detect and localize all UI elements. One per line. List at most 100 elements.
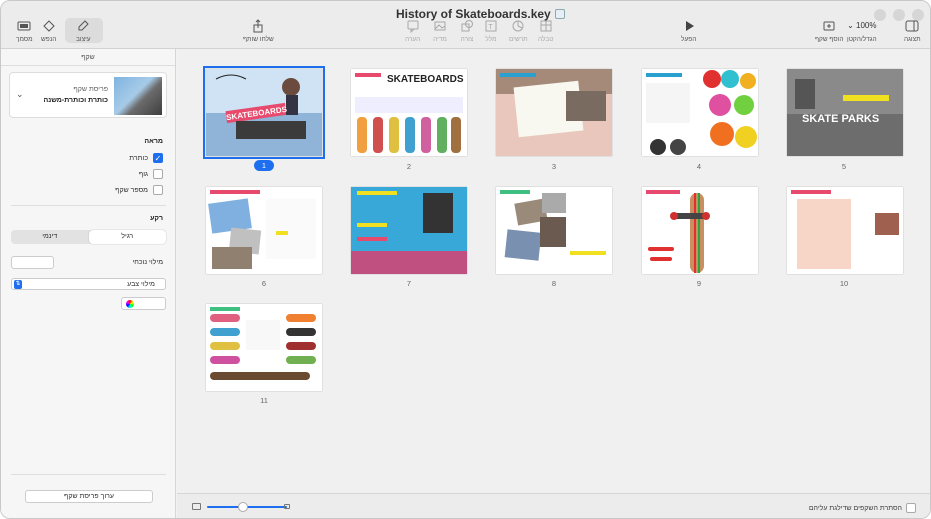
slide-grid: SKATEBOARDS 1 SKATEBOARDS 2 3 4 SKATE PA… — [177, 49, 930, 493]
slide-11-art — [210, 307, 316, 380]
background-segmented-control: דינמי רגיל — [11, 230, 166, 244]
body-checkbox-row[interactable]: גוף — [139, 169, 163, 179]
slide-thumbnail-5[interactable]: SKATE PARKS — [787, 69, 903, 156]
hide-skipped-checkbox[interactable] — [906, 503, 916, 513]
hide-skipped-slides-option[interactable]: הסתרת השקפים שדילגת עליהם — [809, 503, 916, 513]
animate-label: הנפש — [41, 36, 57, 43]
current-fill-swatch[interactable] — [11, 256, 54, 269]
fill-select-value: מילוי צבע — [127, 281, 155, 288]
slide-number-label: 7 — [406, 279, 412, 288]
chart-button[interactable]: תרשים — [509, 19, 528, 43]
media-button[interactable]: מדיה — [433, 19, 447, 43]
media-icon — [434, 21, 446, 31]
text-label: מלל — [485, 36, 497, 43]
slide-10-art — [791, 190, 899, 269]
seg-regular[interactable]: רגיל — [88, 230, 166, 244]
slide-thumbnail-4[interactable] — [642, 69, 758, 156]
hide-skipped-label: הסתרת השקפים שדילגת עליהם — [808, 504, 902, 512]
slide-number-badge[interactable]: 1 — [254, 160, 274, 171]
small-slides-icon[interactable] — [192, 503, 201, 510]
slide-layout-picker[interactable]: פריסת שקף כותרת וכותרת-משנה ⌄ — [9, 72, 167, 118]
chart-label: תרשים — [509, 36, 528, 43]
media-label: מדיה — [433, 36, 447, 43]
body-checkbox[interactable] — [153, 169, 163, 179]
text-button[interactable]: T מלל — [484, 19, 498, 43]
slide-6-art — [208, 190, 316, 269]
slide-thumbnail-9[interactable] — [642, 187, 758, 274]
share-label: שלחו שותף — [243, 36, 274, 43]
slide-2-art — [355, 73, 463, 153]
zoom-value: 100% — [856, 21, 877, 30]
slide-number-checkbox-row[interactable]: מספר שקף — [115, 185, 163, 195]
slide-number-label: 9 — [696, 279, 702, 288]
color-well[interactable] — [121, 297, 166, 310]
color-wheel-icon — [126, 300, 134, 308]
format-button[interactable]: עיצוב — [76, 19, 91, 43]
chevron-down-icon: ⌄ — [847, 21, 857, 30]
large-slides-icon[interactable] — [284, 504, 290, 509]
comment-label: הערה — [405, 36, 421, 43]
slide-thumbnail-1[interactable]: SKATEBOARDS — [203, 66, 325, 159]
slide-number-label: 4 — [696, 162, 702, 171]
slider-knob[interactable] — [238, 502, 248, 512]
slide-4-art — [646, 70, 757, 155]
slide-thumbnail-6[interactable] — [206, 187, 322, 274]
seg-dynamic[interactable]: דינמי — [11, 230, 89, 244]
paintbrush-icon — [78, 20, 90, 31]
slide-thumbnail-3[interactable] — [496, 69, 612, 156]
slide-thumbnail-8[interactable] — [496, 187, 612, 274]
animate-button[interactable]: הנפש — [41, 19, 56, 43]
slide-thumbnail-7[interactable] — [351, 187, 467, 274]
title-checkbox[interactable]: ✓ — [153, 153, 163, 163]
view-button[interactable]: תצוגה — [904, 19, 921, 43]
slide-9-art — [646, 190, 710, 273]
table-label: טבלה — [538, 36, 554, 43]
text-box-icon: T — [485, 20, 497, 32]
chevron-down-icon: ⌄ — [16, 89, 24, 99]
appearance-title: מראה — [144, 138, 163, 145]
fill-type-select[interactable]: ⇅ מילוי צבע — [11, 278, 166, 290]
document-button[interactable]: מסמך — [16, 19, 33, 43]
title-checkbox-label: כותרת — [129, 154, 148, 162]
share-icon — [253, 19, 263, 33]
slide-5-title: SKATE PARKS — [802, 113, 880, 125]
document-label: מסמך — [16, 36, 33, 43]
shape-button[interactable]: צורה — [460, 19, 474, 43]
view-label: תצוגה — [904, 36, 921, 43]
divider — [11, 205, 166, 206]
layout-thumbnail — [114, 77, 162, 115]
sidebar-header: שקף — [1, 49, 175, 66]
slide-thumbnail-10[interactable] — [787, 187, 903, 274]
slide-number-label: 5 — [841, 162, 847, 171]
table-button[interactable]: טבלה — [538, 19, 553, 43]
svg-text:T: T — [489, 24, 494, 31]
add-slide-button[interactable]: הוסף שקף — [815, 19, 844, 43]
comment-icon — [407, 20, 419, 33]
slide-number-label: 2 — [406, 162, 412, 171]
add-slide-icon — [823, 21, 835, 31]
slide-thumbnail-11[interactable] — [206, 304, 322, 391]
keynote-window: History of Skateboards.key תצוגה ⌄ 100% … — [0, 0, 931, 519]
layout-name: כותרת וכותרת-משנה — [43, 97, 108, 104]
share-button[interactable]: שלחו שותף — [243, 19, 274, 43]
document-icon — [17, 21, 31, 31]
zoom-label: הגדל/הקטן — [847, 36, 877, 43]
thumbnail-size-slider[interactable] — [207, 502, 287, 512]
layout-caption: פריסת שקף — [73, 86, 108, 93]
slide-number-checkbox[interactable] — [153, 185, 163, 195]
slide-number-label: 11 — [260, 396, 268, 405]
bottom-bar: הסתרת השקפים שדילגת עליהם — [177, 493, 930, 518]
chart-icon — [512, 20, 524, 32]
zoom-menu[interactable]: ⌄ 100% הגדל/הקטן — [847, 19, 877, 43]
slide-thumbnail-2[interactable]: SKATEBOARDS — [351, 69, 467, 156]
title-checkbox-row[interactable]: כותרת ✓ — [129, 153, 163, 163]
document-badge-icon — [554, 9, 565, 19]
animate-icon — [42, 20, 55, 32]
slide-8-art — [500, 190, 606, 261]
table-icon — [540, 20, 552, 32]
shape-icon — [461, 20, 473, 32]
comment-button[interactable]: הערה — [405, 19, 420, 43]
edit-layout-button[interactable]: ערוך פריסת שקף — [25, 490, 153, 503]
play-button[interactable]: הפעל — [681, 19, 696, 43]
slide-number-label: 6 — [261, 279, 267, 288]
